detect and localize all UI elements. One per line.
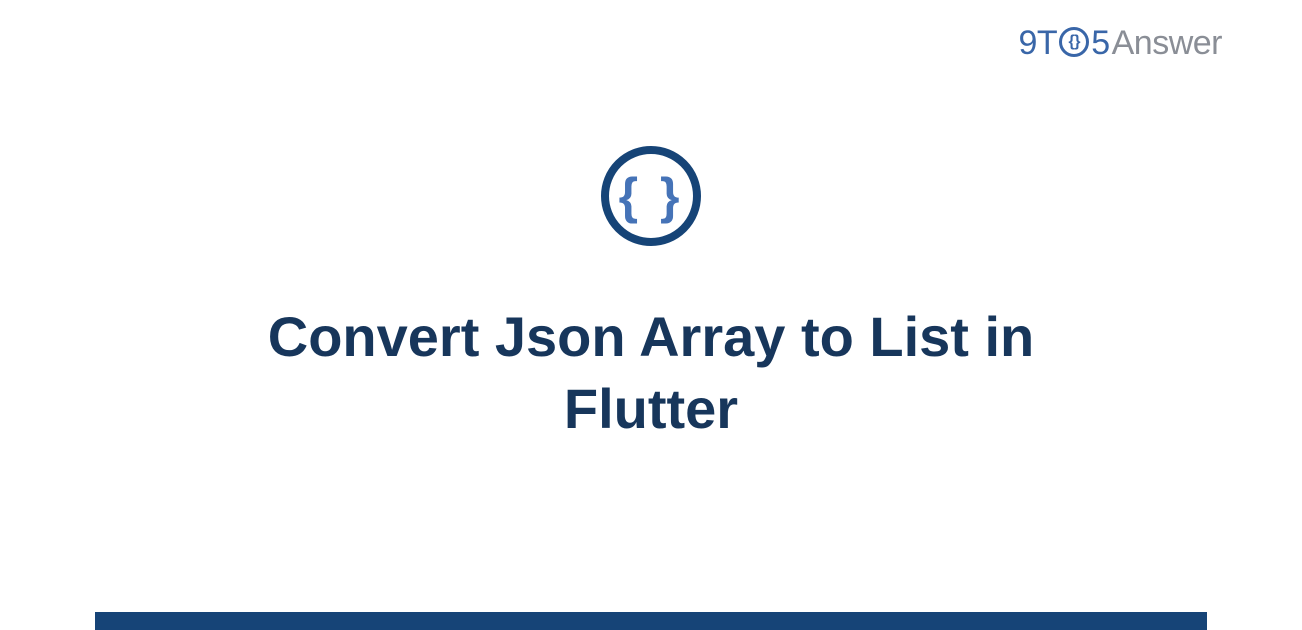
braces-icon: { }: [619, 171, 684, 221]
bottom-accent-bar: [95, 612, 1207, 630]
main-content: { } Convert Json Array to List in Flutte…: [0, 0, 1302, 630]
page-title: Convert Json Array to List in Flutter: [201, 301, 1101, 444]
category-icon: { }: [601, 146, 701, 246]
